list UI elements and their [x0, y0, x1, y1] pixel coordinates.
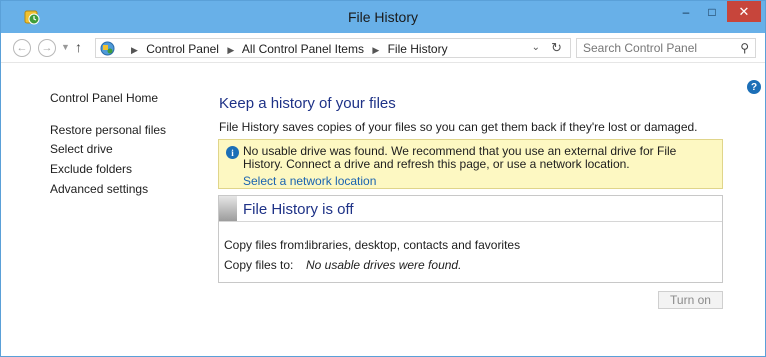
breadcrumb-separator: ▶: [131, 45, 138, 55]
breadcrumb-separator: ▶: [227, 45, 235, 55]
search-input[interactable]: [577, 39, 727, 57]
copy-from-label: Copy files from:: [224, 238, 308, 252]
status-title: File History is off: [243, 201, 354, 218]
turn-on-button[interactable]: Turn on: [658, 291, 723, 309]
maximize-button[interactable]: □: [699, 1, 725, 22]
close-icon: ✕: [738, 3, 750, 19]
search-box[interactable]: ⚲: [576, 38, 756, 58]
forward-icon: →: [41, 42, 53, 54]
info-banner: i No usable drive was found. We recommen…: [218, 139, 723, 189]
file-history-window: File History ‒ □ ✕ ← → ▼ ↑ ▶ Control Pan…: [0, 0, 766, 357]
status-header: File History is off: [219, 196, 722, 222]
control-panel-icon: [100, 41, 115, 56]
status-indicator: [219, 196, 237, 221]
restore-personal-files-link[interactable]: Restore personal files: [50, 123, 166, 137]
up-arrow-icon[interactable]: ↑: [75, 39, 82, 55]
info-icon: i: [226, 146, 239, 159]
copy-to-label: Copy files to:: [224, 258, 294, 272]
breadcrumb: ▶ Control Panel ▶ All Control Panel Item…: [126, 42, 448, 56]
select-network-location-link[interactable]: Select a network location: [243, 174, 376, 188]
title-bar[interactable]: File History ‒ □ ✕: [1, 1, 765, 33]
address-path[interactable]: ▶ Control Panel ▶ All Control Panel Item…: [95, 38, 571, 58]
back-icon: ←: [16, 42, 28, 54]
breadcrumb-all-items[interactable]: All Control Panel Items: [242, 42, 364, 56]
chevron-down-icon[interactable]: ⌄: [532, 42, 540, 53]
refresh-icon[interactable]: ↻: [551, 40, 562, 56]
page-description: File History saves copies of your files …: [219, 120, 698, 134]
window-title: File History: [347, 9, 418, 25]
help-icon[interactable]: ?: [747, 80, 761, 94]
status-panel: File History is off Copy files from: lib…: [218, 195, 723, 283]
close-button[interactable]: ✕: [727, 1, 761, 22]
minimize-icon: ‒: [682, 4, 690, 19]
control-panel-home-link[interactable]: Control Panel Home: [50, 91, 158, 105]
copy-to-value: No usable drives were found.: [306, 258, 462, 272]
forward-button[interactable]: →: [38, 39, 56, 57]
maximize-icon: □: [708, 4, 716, 19]
address-bar: ← → ▼ ↑ ▶ Control Panel ▶ All Control Pa…: [1, 33, 765, 63]
breadcrumb-separator: ▶: [372, 45, 380, 55]
back-button[interactable]: ←: [13, 39, 31, 57]
minimize-button[interactable]: ‒: [673, 1, 699, 22]
breadcrumb-control-panel[interactable]: Control Panel: [146, 42, 219, 56]
copy-from-value: libraries, desktop, contacts and favorit…: [306, 238, 521, 252]
advanced-settings-link[interactable]: Advanced settings: [50, 182, 148, 196]
page-title: Keep a history of your files: [219, 95, 396, 112]
recent-locations-dropdown[interactable]: ▼: [61, 42, 70, 52]
info-message: No usable drive was found. We recommend …: [243, 144, 677, 171]
breadcrumb-file-history[interactable]: File History: [388, 42, 448, 56]
exclude-folders-link[interactable]: Exclude folders: [50, 162, 132, 176]
select-drive-link[interactable]: Select drive: [50, 142, 113, 156]
search-icon[interactable]: ⚲: [740, 41, 749, 55]
